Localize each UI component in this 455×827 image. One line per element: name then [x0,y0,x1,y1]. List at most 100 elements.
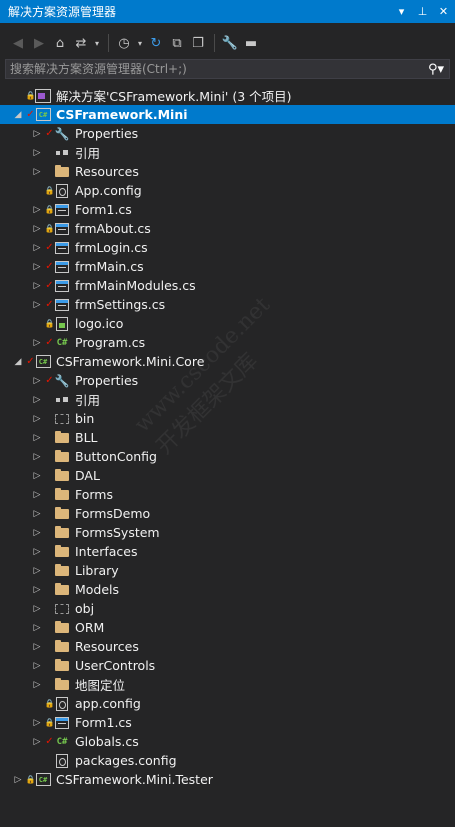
tree-item[interactable]: ▷ DAL [0,466,455,485]
collapsed-arrow-icon[interactable]: ▷ [31,390,43,409]
tree-item-label: FormsSystem [75,525,160,540]
tree-item[interactable]: ▷ BLL [0,428,455,447]
tree-item[interactable]: ▷ obj [0,599,455,618]
collapsed-arrow-icon[interactable]: ▷ [31,257,43,276]
collapsed-arrow-icon[interactable]: ▷ [31,523,43,542]
tree-item[interactable]: ▷ Forms [0,485,455,504]
collapsed-arrow-icon[interactable]: ▷ [31,732,43,751]
collapsed-arrow-icon[interactable]: ▷ [31,295,43,314]
search-icon[interactable]: ⚲▾ [423,60,449,78]
tree-item[interactable]: ▷ ✓ frmSettings.cs [0,295,455,314]
tree-item[interactable]: ▷ ✓ C# Program.cs [0,333,455,352]
no-status [45,580,54,599]
no-expander [31,314,43,333]
collapsed-arrow-icon[interactable]: ▷ [31,466,43,485]
collapsed-arrow-icon[interactable]: ▷ [31,561,43,580]
tree-item[interactable]: ▷ 🔒 Form1.cs [0,713,455,732]
expanded-arrow-icon[interactable]: ◢ [12,105,24,124]
tree-item[interactable]: ▷ 引用 [0,390,455,409]
form-icon [54,278,70,294]
collapsed-arrow-icon[interactable]: ▷ [31,333,43,352]
tree-item[interactable]: ▷ Library [0,561,455,580]
refresh-icon[interactable]: ↻ [146,32,166,54]
dropdown-icon[interactable]: ▾ [392,2,411,21]
folder-icon [54,449,70,465]
collapsed-arrow-icon[interactable]: ▷ [31,504,43,523]
pending-changes-icon[interactable]: ◷ [114,32,134,54]
folder-icon [54,468,70,484]
collapsed-arrow-icon[interactable]: ▷ [31,656,43,675]
sync-view-icon[interactable]: ⇄ [71,32,91,54]
no-status [45,599,54,618]
tree-item[interactable]: ▷ ✓ frmMainModules.cs [0,276,455,295]
collapsed-arrow-icon[interactable]: ▷ [31,580,43,599]
tree-item[interactable]: ▷ bin [0,409,455,428]
collapsed-arrow-icon[interactable]: ▷ [31,162,43,181]
tree-item-label: Globals.cs [75,734,139,749]
tree-item[interactable]: ▷ Models [0,580,455,599]
tree-item-label: FormsDemo [75,506,151,521]
tree-item[interactable]: 🔒 app.config [0,694,455,713]
collapsed-arrow-icon[interactable]: ▷ [31,409,43,428]
preview-icon[interactable]: ▬ [241,32,261,54]
tree-item[interactable]: ◢ ✓ C# CSFramework.Mini.Core [0,352,455,371]
collapsed-arrow-icon[interactable]: ▷ [31,371,43,390]
collapse-all-icon[interactable]: ⧉ [167,32,187,54]
tree-item[interactable]: ◢ ✓ C# CSFramework.Mini [0,105,455,124]
collapsed-arrow-icon[interactable]: ▷ [31,124,43,143]
tree-item[interactable]: 🔒 App.config [0,181,455,200]
tree-item[interactable]: ▷ ✓ frmMain.cs [0,257,455,276]
tree-item[interactable]: ▷ FormsDemo [0,504,455,523]
tree-item[interactable]: ▷ FormsSystem [0,523,455,542]
pin-icon[interactable]: ⊥ [413,2,432,21]
tree-item[interactable]: ▷ ✓ 🔧 Properties [0,371,455,390]
collapsed-arrow-icon[interactable]: ▷ [31,542,43,561]
sync-view-dropdown-icon[interactable]: ▾ [92,32,102,54]
show-all-files-icon[interactable]: ❐ [188,32,208,54]
properties-icon[interactable]: 🔧 [220,32,240,54]
collapsed-arrow-icon[interactable]: ▷ [12,770,24,789]
collapsed-arrow-icon[interactable]: ▷ [31,618,43,637]
collapsed-arrow-icon[interactable]: ▷ [31,219,43,238]
home-icon[interactable]: ⌂ [50,32,70,54]
tree-item-label: Library [75,563,119,578]
checked-out-icon: ✓ [26,109,35,120]
tree-item[interactable]: ▷ ✓ C# Globals.cs [0,732,455,751]
collapsed-arrow-icon[interactable]: ▷ [31,485,43,504]
collapsed-arrow-icon[interactable]: ▷ [31,675,43,694]
references-icon [54,145,70,161]
tree-item[interactable]: ▷ 🔒 Form1.cs [0,200,455,219]
form-icon [54,297,70,313]
tree-item[interactable]: ▷ ✓ frmLogin.cs [0,238,455,257]
close-icon[interactable]: ✕ [434,2,453,21]
tree-item[interactable]: ▷ UserControls [0,656,455,675]
collapsed-arrow-icon[interactable]: ▷ [31,447,43,466]
back-icon[interactable]: ◀ [8,32,28,54]
tree-item[interactable]: 🔒 logo.ico [0,314,455,333]
tree-item[interactable]: ▷ Resources [0,162,455,181]
collapsed-arrow-icon[interactable]: ▷ [31,599,43,618]
collapsed-arrow-icon[interactable]: ▷ [31,143,43,162]
tree-item[interactable]: ▷ 地图定位 [0,675,455,694]
expanded-arrow-icon[interactable]: ◢ [12,352,24,371]
collapsed-arrow-icon[interactable]: ▷ [31,637,43,656]
tree-item[interactable]: ▷ 🔒 C# CSFramework.Mini.Tester [0,770,455,789]
tree-item[interactable]: packages.config [0,751,455,770]
forward-icon[interactable]: ▶ [29,32,49,54]
toolbar-separator [214,34,215,52]
tree-item[interactable]: ▷ Interfaces [0,542,455,561]
tree-item[interactable]: ▷ ORM [0,618,455,637]
tree-item[interactable]: 🔒 解决方案'CSFramework.Mini' (3 个项目) [0,86,455,105]
collapsed-arrow-icon[interactable]: ▷ [31,713,43,732]
tree-item[interactable]: ▷ Resources [0,637,455,656]
tree-item[interactable]: ▷ ButtonConfig [0,447,455,466]
collapsed-arrow-icon[interactable]: ▷ [31,200,43,219]
tree-item[interactable]: ▷ 引用 [0,143,455,162]
collapsed-arrow-icon[interactable]: ▷ [31,238,43,257]
tree-item[interactable]: ▷ ✓ 🔧 Properties [0,124,455,143]
search-input[interactable] [6,60,423,78]
collapsed-arrow-icon[interactable]: ▷ [31,276,43,295]
pending-changes-dropdown-icon[interactable]: ▾ [135,32,145,54]
collapsed-arrow-icon[interactable]: ▷ [31,428,43,447]
tree-item[interactable]: ▷ 🔒 frmAbout.cs [0,219,455,238]
